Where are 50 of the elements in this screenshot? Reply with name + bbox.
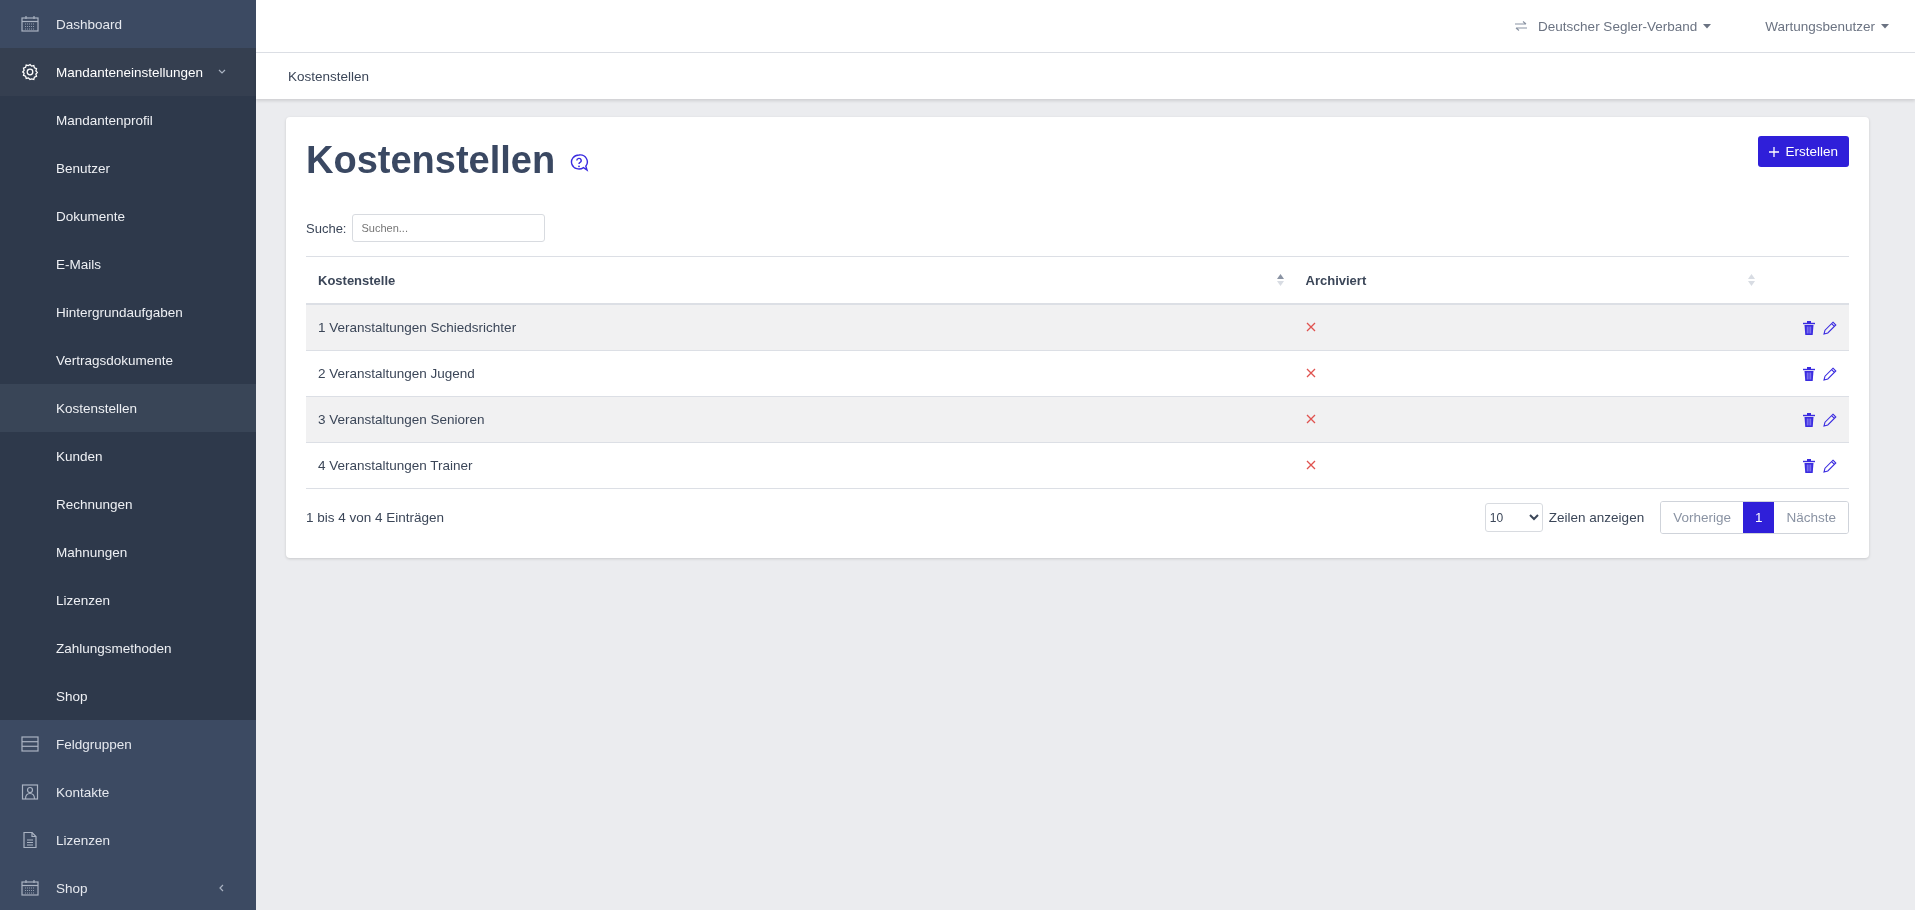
- sidebar-item[interactable]: Dokumente: [0, 192, 256, 240]
- breadcrumb-item: Kostenstellen: [288, 68, 370, 84]
- trash-icon[interactable]: [1803, 321, 1815, 336]
- sidebar-item[interactable]: Benutzer: [0, 144, 256, 192]
- search-field[interactable]: Suchen...: [352, 214, 546, 242]
- pagination-button[interactable]: 1: [1742, 502, 1775, 533]
- table-cell: 1 Veranstaltungen Schiedsrichter: [318, 320, 517, 335]
- table-cell: 2 Veranstaltungen Jugend: [318, 366, 475, 381]
- pencil-icon[interactable]: [1823, 321, 1837, 336]
- sidebar-item[interactable]: Kunden: [0, 432, 256, 480]
- table-info: 1 bis 4 von 4 Einträgen: [306, 510, 445, 525]
- page-size-label: Zeilen anzeigen: [1548, 510, 1645, 525]
- caret-icon: [1703, 23, 1712, 29]
- sidebar-item[interactable]: Shop: [0, 672, 256, 720]
- pencil-icon[interactable]: [1823, 367, 1837, 382]
- search-label: Suche:: [306, 220, 347, 236]
- sidebar-item[interactable]: Vertragsdokumente: [0, 336, 256, 384]
- document-icon: [20, 830, 40, 850]
- sidebar-item[interactable]: Mahnungen: [0, 528, 256, 576]
- user-dropdown[interactable]: Wartungsbenutzer: [1765, 18, 1889, 34]
- sidebar-item[interactable]: Mandanteneinstellungen: [0, 48, 256, 96]
- trash-icon[interactable]: [1803, 459, 1815, 474]
- calendar-icon: [20, 14, 40, 34]
- list-icon: [20, 734, 40, 754]
- pencil-icon[interactable]: [1823, 413, 1837, 428]
- table-cell: 4 Veranstaltungen Trainer: [318, 458, 473, 473]
- sidebar-item[interactable]: Rechnungen: [0, 480, 256, 528]
- swap-arrows-icon: [1514, 20, 1529, 32]
- create-button[interactable]: Erstellen: [1758, 136, 1849, 167]
- sidebar-item[interactable]: Kostenstellen: [0, 384, 256, 432]
- column-header[interactable]: Kostenstelle: [318, 272, 396, 288]
- sidebar-item[interactable]: Lizenzen: [0, 576, 256, 624]
- settings-icon: [20, 62, 40, 82]
- trash-icon[interactable]: [1803, 367, 1815, 382]
- sidebar-item[interactable]: Hintergrundaufgaben: [0, 288, 256, 336]
- table-cell: 3 Veranstaltungen Senioren: [318, 412, 485, 427]
- calendar-icon: [20, 878, 40, 898]
- help-bubble-icon: [569, 152, 590, 173]
- contact-card-icon: [20, 782, 40, 802]
- sidebar-item[interactable]: E-Mails: [0, 240, 256, 288]
- page-size-select[interactable]: 10: [1484, 503, 1543, 532]
- column-header[interactable]: Archiviert: [1305, 272, 1367, 288]
- pencil-icon[interactable]: [1823, 459, 1837, 474]
- plus-icon: [1769, 146, 1780, 157]
- sidebar-item[interactable]: Zahlungsmethoden: [0, 624, 256, 672]
- caret-icon: [1881, 23, 1889, 29]
- page-title: Kostenstellen: [306, 139, 556, 182]
- sidebar-item[interactable]: Mandantenprofil: [0, 96, 256, 144]
- organization-dropdown[interactable]: Deutscher Segler-Verband: [1514, 18, 1712, 34]
- trash-icon[interactable]: [1803, 413, 1815, 428]
